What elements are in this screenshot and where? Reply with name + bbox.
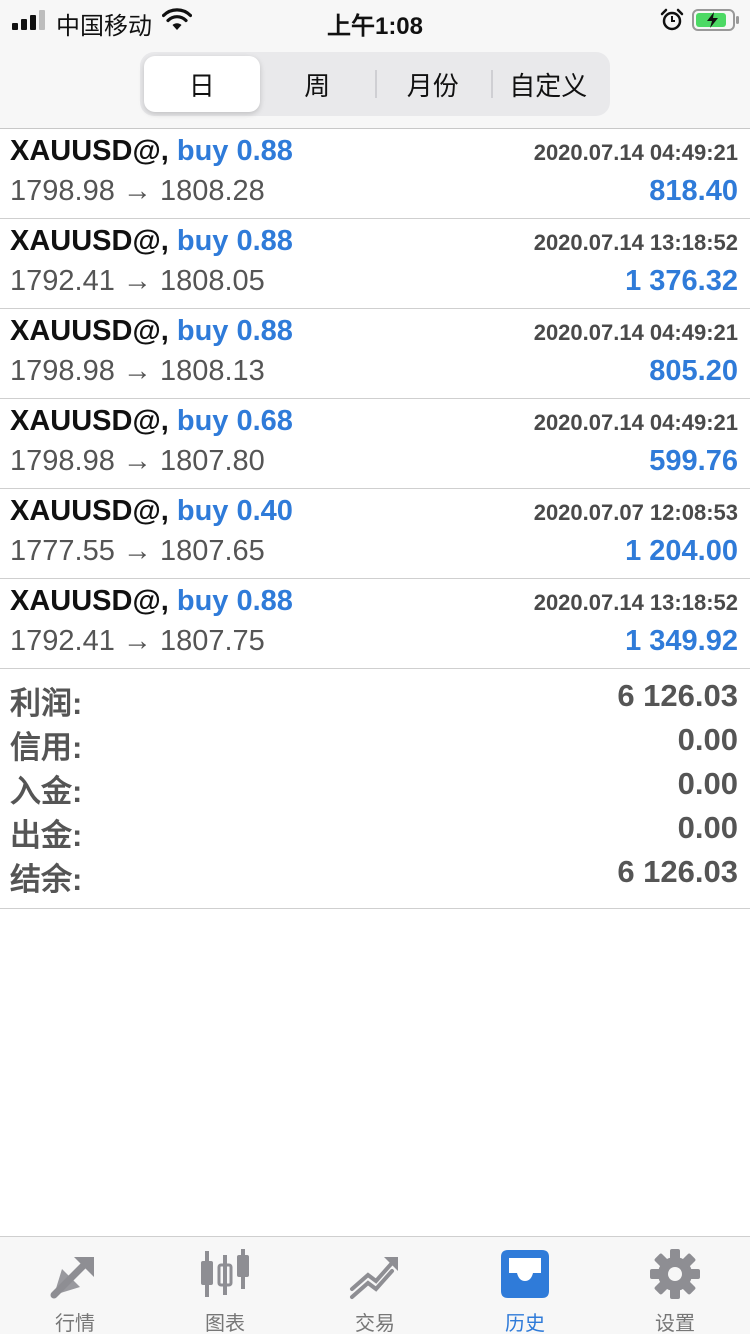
trade-title: XAUUSD@, buy 0.88 [10, 135, 293, 168]
trade-profit: 599.76 [649, 445, 738, 477]
tab-label: 交易 [355, 1313, 395, 1334]
account-summary: 利润: 6 126.03 信用: 0.00 入金: 0.00 出金: 0.00 … [0, 668, 750, 909]
credit-label: 信用: [10, 730, 83, 765]
trade-symbol: XAUUSD@, [10, 585, 169, 617]
trade-time: 2020.07.14 13:18:52 [533, 590, 738, 615]
profit-label: 利润: [10, 686, 83, 721]
trade-prices: 1777.55 → 1807.65 [10, 535, 265, 567]
trade-title: XAUUSD@, buy 0.88 [10, 315, 293, 348]
balance-label: 结余: [10, 862, 83, 897]
trade-symbol: XAUUSD@, [10, 405, 169, 437]
credit-value: 0.00 [677, 722, 738, 757]
chart-icon [201, 1249, 249, 1297]
trade-row[interactable]: XAUUSD@, buy 0.88 2020.07.14 04:49:21 17… [0, 129, 750, 219]
summary-row-profit: 利润: 6 126.03 [0, 678, 750, 722]
tab-trade[interactable]: 交易 [300, 1237, 450, 1334]
tab-label: 设置 [655, 1313, 695, 1334]
trade-prices: 1798.98 → 1808.28 [10, 175, 265, 207]
trade-title: XAUUSD@, buy 0.88 [10, 225, 293, 258]
trade-prices: 1792.41 → 1808.05 [10, 265, 265, 297]
trade-symbol: XAUUSD@, [10, 315, 169, 347]
trade-profit: 818.40 [649, 175, 738, 207]
trade-prices: 1792.41 → 1807.75 [10, 625, 265, 657]
trade-time: 2020.07.07 12:08:53 [533, 500, 738, 525]
battery-icon [692, 9, 739, 31]
trade-type-volume: buy 0.88 [176, 135, 293, 167]
trade-time: 2020.07.14 13:18:52 [533, 230, 738, 255]
trade-type-volume: buy 0.68 [176, 405, 293, 437]
trade-type-volume: buy 0.88 [176, 585, 293, 617]
trade-icon [350, 1257, 398, 1299]
trade-symbol: XAUUSD@, [10, 135, 169, 167]
trade-profit: 1 349.92 [625, 625, 738, 657]
period-tab-day[interactable]: 日 [144, 56, 260, 112]
trade-row[interactable]: XAUUSD@, buy 0.40 2020.07.07 12:08:53 17… [0, 489, 750, 579]
trade-type-volume: buy 0.88 [176, 225, 293, 257]
bottom-tab-bar: 行情 图表 交易 历史 设置 [0, 1236, 750, 1334]
alarm-icon [660, 8, 684, 31]
trade-type-volume: buy 0.40 [176, 495, 293, 527]
tab-history[interactable]: 历史 [450, 1237, 600, 1334]
trade-prices: 1798.98 → 1807.80 [10, 445, 265, 477]
history-icon [501, 1250, 549, 1298]
trade-type-volume: buy 0.88 [176, 315, 293, 347]
trade-profit: 805.20 [649, 355, 738, 387]
trade-row[interactable]: XAUUSD@, buy 0.68 2020.07.14 04:49:21 17… [0, 399, 750, 489]
quotes-icon [50, 1257, 94, 1299]
period-tab-month[interactable]: 月份 [375, 56, 491, 112]
trade-time: 2020.07.14 04:49:21 [533, 140, 738, 165]
withdrawal-label: 出金: [10, 818, 83, 853]
tab-label: 图表 [205, 1313, 245, 1334]
balance-value: 6 126.03 [617, 854, 738, 889]
trade-title: XAUUSD@, buy 0.88 [10, 585, 293, 618]
period-segmented-control: 日 周 月份 自定义 [140, 52, 610, 116]
trade-title: XAUUSD@, buy 0.68 [10, 405, 293, 438]
summary-row-deposit: 入金: 0.00 [0, 766, 750, 810]
trade-time: 2020.07.14 04:49:21 [533, 320, 738, 345]
trade-symbol: XAUUSD@, [10, 495, 169, 527]
trade-row[interactable]: XAUUSD@, buy 0.88 2020.07.14 04:49:21 17… [0, 309, 750, 399]
trade-prices: 1798.98 → 1808.13 [10, 355, 265, 387]
clock: 上午1:08 [326, 13, 424, 40]
tab-quotes[interactable]: 行情 [0, 1237, 150, 1334]
trade-history-list: XAUUSD@, buy 0.88 2020.07.14 04:49:21 17… [0, 129, 750, 669]
tab-label: 行情 [55, 1313, 95, 1334]
withdrawal-value: 0.00 [677, 810, 738, 845]
trade-title: XAUUSD@, buy 0.40 [10, 495, 293, 528]
trade-profit: 1 204.00 [625, 535, 738, 567]
settings-icon [650, 1249, 700, 1299]
tab-label: 历史 [505, 1313, 545, 1334]
period-tab-custom[interactable]: 自定义 [490, 56, 607, 112]
period-tab-week[interactable]: 周 [260, 56, 376, 112]
deposit-label: 入金: [10, 774, 83, 809]
tab-settings[interactable]: 设置 [600, 1237, 750, 1334]
deposit-value: 0.00 [677, 766, 738, 801]
trade-symbol: XAUUSD@, [10, 225, 169, 257]
status-bar: 中国移动 上午1:08 [0, 0, 750, 40]
trade-profit: 1 376.32 [625, 265, 738, 297]
summary-row-withdrawal: 出金: 0.00 [0, 810, 750, 854]
header: 日 周 月份 自定义 [0, 40, 750, 129]
summary-row-credit: 信用: 0.00 [0, 722, 750, 766]
profit-value: 6 126.03 [617, 678, 738, 713]
trade-row[interactable]: XAUUSD@, buy 0.88 2020.07.14 13:18:52 17… [0, 219, 750, 309]
trade-row[interactable]: XAUUSD@, buy 0.88 2020.07.14 13:18:52 17… [0, 579, 750, 669]
tab-chart[interactable]: 图表 [150, 1237, 300, 1334]
trade-time: 2020.07.14 04:49:21 [533, 410, 738, 435]
summary-row-balance: 结余: 6 126.03 [0, 854, 750, 898]
